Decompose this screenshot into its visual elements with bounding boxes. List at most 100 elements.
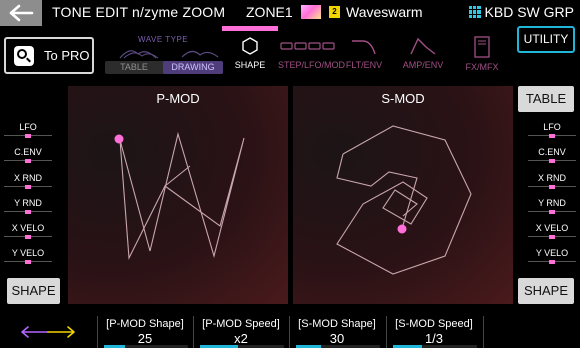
tab-fx-mfx[interactable]: FX/MFX	[460, 36, 504, 76]
left-cenv-bar	[4, 159, 52, 163]
right-yvelo-slider[interactable]: Y VELO	[528, 248, 576, 264]
right-cenv-bar	[528, 159, 576, 163]
wave-type-label: WAVE TYPE	[138, 35, 189, 44]
arrow-left-icon	[9, 4, 34, 22]
hexagon-icon	[242, 37, 258, 55]
p-mod-drawing	[114, 131, 245, 261]
right-lfo-slider[interactable]: LFO	[528, 122, 576, 138]
tab-amp-label: AMP/ENV	[402, 60, 444, 70]
left-lfo-slider[interactable]: LFO	[4, 122, 52, 138]
fx-box-icon	[474, 36, 490, 58]
tab-flt-label: FLT/ENV	[345, 60, 383, 70]
s-mod-panel[interactable]: S-MOD	[293, 86, 513, 304]
left-yrnd-bar	[4, 210, 52, 214]
right-yrnd-label: Y RND	[538, 198, 566, 208]
param-s-mod-speed-name: [S-MOD Speed]	[395, 318, 473, 330]
to-pro-button[interactable]: To PRO	[4, 37, 94, 74]
right-xrnd-bar	[528, 185, 576, 189]
zone-color-chip	[301, 5, 321, 19]
zoom-in-icon	[14, 45, 34, 66]
left-yvelo-label: Y VELO	[11, 248, 45, 258]
right-xvelo-label: X VELO	[535, 223, 569, 233]
drawing-wave-icon	[181, 50, 219, 58]
right-xrnd-label: X RND	[537, 173, 566, 183]
right-cenv-label: C.ENV	[538, 147, 566, 157]
tab-shape[interactable]: SHAPE	[232, 36, 268, 76]
wave-type-table-option[interactable]: TABLE	[105, 61, 163, 74]
right-yrnd-bar	[528, 210, 576, 214]
left-cenv-slider[interactable]: C.ENV	[4, 147, 52, 163]
left-yvelo-bar	[4, 260, 52, 264]
tab-step-label: STEP/LFO/MOD	[278, 60, 346, 70]
wave-type-icons	[119, 50, 219, 59]
right-xvelo-bar	[528, 235, 576, 239]
envelope-icon	[410, 37, 436, 55]
table-button[interactable]: TABLE	[518, 86, 574, 112]
param-s-mod-speed[interactable]: [S-MOD Speed] 1/3	[386, 316, 481, 348]
param-p-mod-shape-value: 25	[137, 331, 153, 346]
top-bar: TONE EDIT n/zyme ZOOM ZONE1 2 Waveswarm …	[0, 0, 580, 26]
param-p-mod-shape-name: [P-MOD Shape]	[106, 318, 184, 330]
param-p-mod-speed-name: [P-MOD Speed]	[202, 318, 280, 330]
right-xvelo-slider[interactable]: X VELO	[528, 223, 576, 239]
left-xrnd-bar	[4, 185, 52, 189]
step-sequence-icon	[280, 42, 335, 50]
p-mod-title: P-MOD	[156, 91, 200, 106]
active-tab-indicator	[222, 26, 278, 31]
left-xrnd-label: X RND	[13, 173, 42, 183]
to-pro-label: To PRO	[44, 48, 90, 63]
s-mod-drawing	[336, 125, 472, 275]
tab-amp-env[interactable]: AMP/ENV	[398, 36, 448, 76]
right-shape-button[interactable]: SHAPE	[518, 278, 574, 304]
param-s-mod-shape-name: [S-MOD Shape]	[298, 318, 376, 330]
left-shape-button[interactable]: SHAPE	[7, 278, 60, 304]
tab-fx-label: FX/MFX	[465, 62, 499, 72]
left-lfo-bar	[4, 134, 52, 138]
zone-label: ZONE1	[246, 4, 293, 20]
wave-name: Waveswarm	[346, 4, 423, 20]
tab-step-lfo-mod[interactable]: STEP/LFO/MOD	[278, 36, 346, 76]
filter-curve-icon	[352, 40, 376, 55]
grid-icon	[468, 6, 481, 18]
utility-button[interactable]: UTILITY	[517, 26, 575, 53]
left-xrnd-slider[interactable]: X RND	[4, 173, 52, 189]
param-p-mod-speed-value: x2	[234, 331, 248, 346]
param-divider	[483, 316, 484, 348]
left-yrnd-slider[interactable]: Y RND	[4, 198, 52, 214]
right-yrnd-slider[interactable]: Y RND	[528, 198, 576, 214]
param-s-mod-shape[interactable]: [S-MOD Shape] 30	[289, 316, 384, 348]
page-arrows-icon[interactable]	[18, 322, 78, 342]
page-title: TONE EDIT n/zyme ZOOM	[52, 4, 226, 20]
table-wave-icon-back	[123, 52, 159, 59]
left-cenv-label: C.ENV	[14, 147, 42, 157]
p-mod-cursor-dot	[114, 134, 124, 144]
right-yvelo-label: Y VELO	[535, 248, 569, 258]
right-cenv-slider[interactable]: C.ENV	[528, 147, 576, 163]
wave-type-toggle[interactable]: TABLE DRAWING	[105, 61, 223, 74]
s-mod-cursor-dot	[397, 224, 407, 234]
left-yrnd-label: Y RND	[14, 198, 42, 208]
tab-flt-env[interactable]: FLT/ENV	[340, 36, 388, 76]
s-mod-title: S-MOD	[381, 91, 425, 106]
param-p-mod-speed[interactable]: [P-MOD Speed] x2	[193, 316, 288, 348]
left-xvelo-label: X VELO	[11, 223, 45, 233]
p-mod-panel[interactable]: P-MOD	[68, 86, 288, 304]
tab-shape-label: SHAPE	[234, 60, 266, 70]
kbd-sw-group[interactable]: KBD SW GRP	[468, 4, 574, 20]
right-xrnd-slider[interactable]: X RND	[528, 173, 576, 189]
left-xvelo-bar	[4, 235, 52, 239]
param-p-mod-shape[interactable]: [P-MOD Shape] 25	[97, 316, 192, 348]
zone-number-badge: 2	[329, 6, 340, 18]
kbd-sw-label: KBD SW GRP	[484, 4, 574, 20]
param-s-mod-shape-value: 30	[329, 331, 345, 346]
param-s-mod-speed-value: 1/3	[424, 331, 444, 346]
bottom-param-bar: [P-MOD Shape] 25 [P-MOD Speed] x2 [S-MOD…	[0, 314, 580, 348]
back-button[interactable]	[0, 0, 42, 26]
wave-type-drawing-option[interactable]: DRAWING	[163, 61, 223, 74]
right-yvelo-bar	[528, 260, 576, 264]
right-lfo-bar	[528, 134, 576, 138]
left-xvelo-slider[interactable]: X VELO	[4, 223, 52, 239]
right-lfo-label: LFO	[543, 122, 561, 132]
left-lfo-label: LFO	[19, 122, 37, 132]
left-yvelo-slider[interactable]: Y VELO	[4, 248, 52, 264]
